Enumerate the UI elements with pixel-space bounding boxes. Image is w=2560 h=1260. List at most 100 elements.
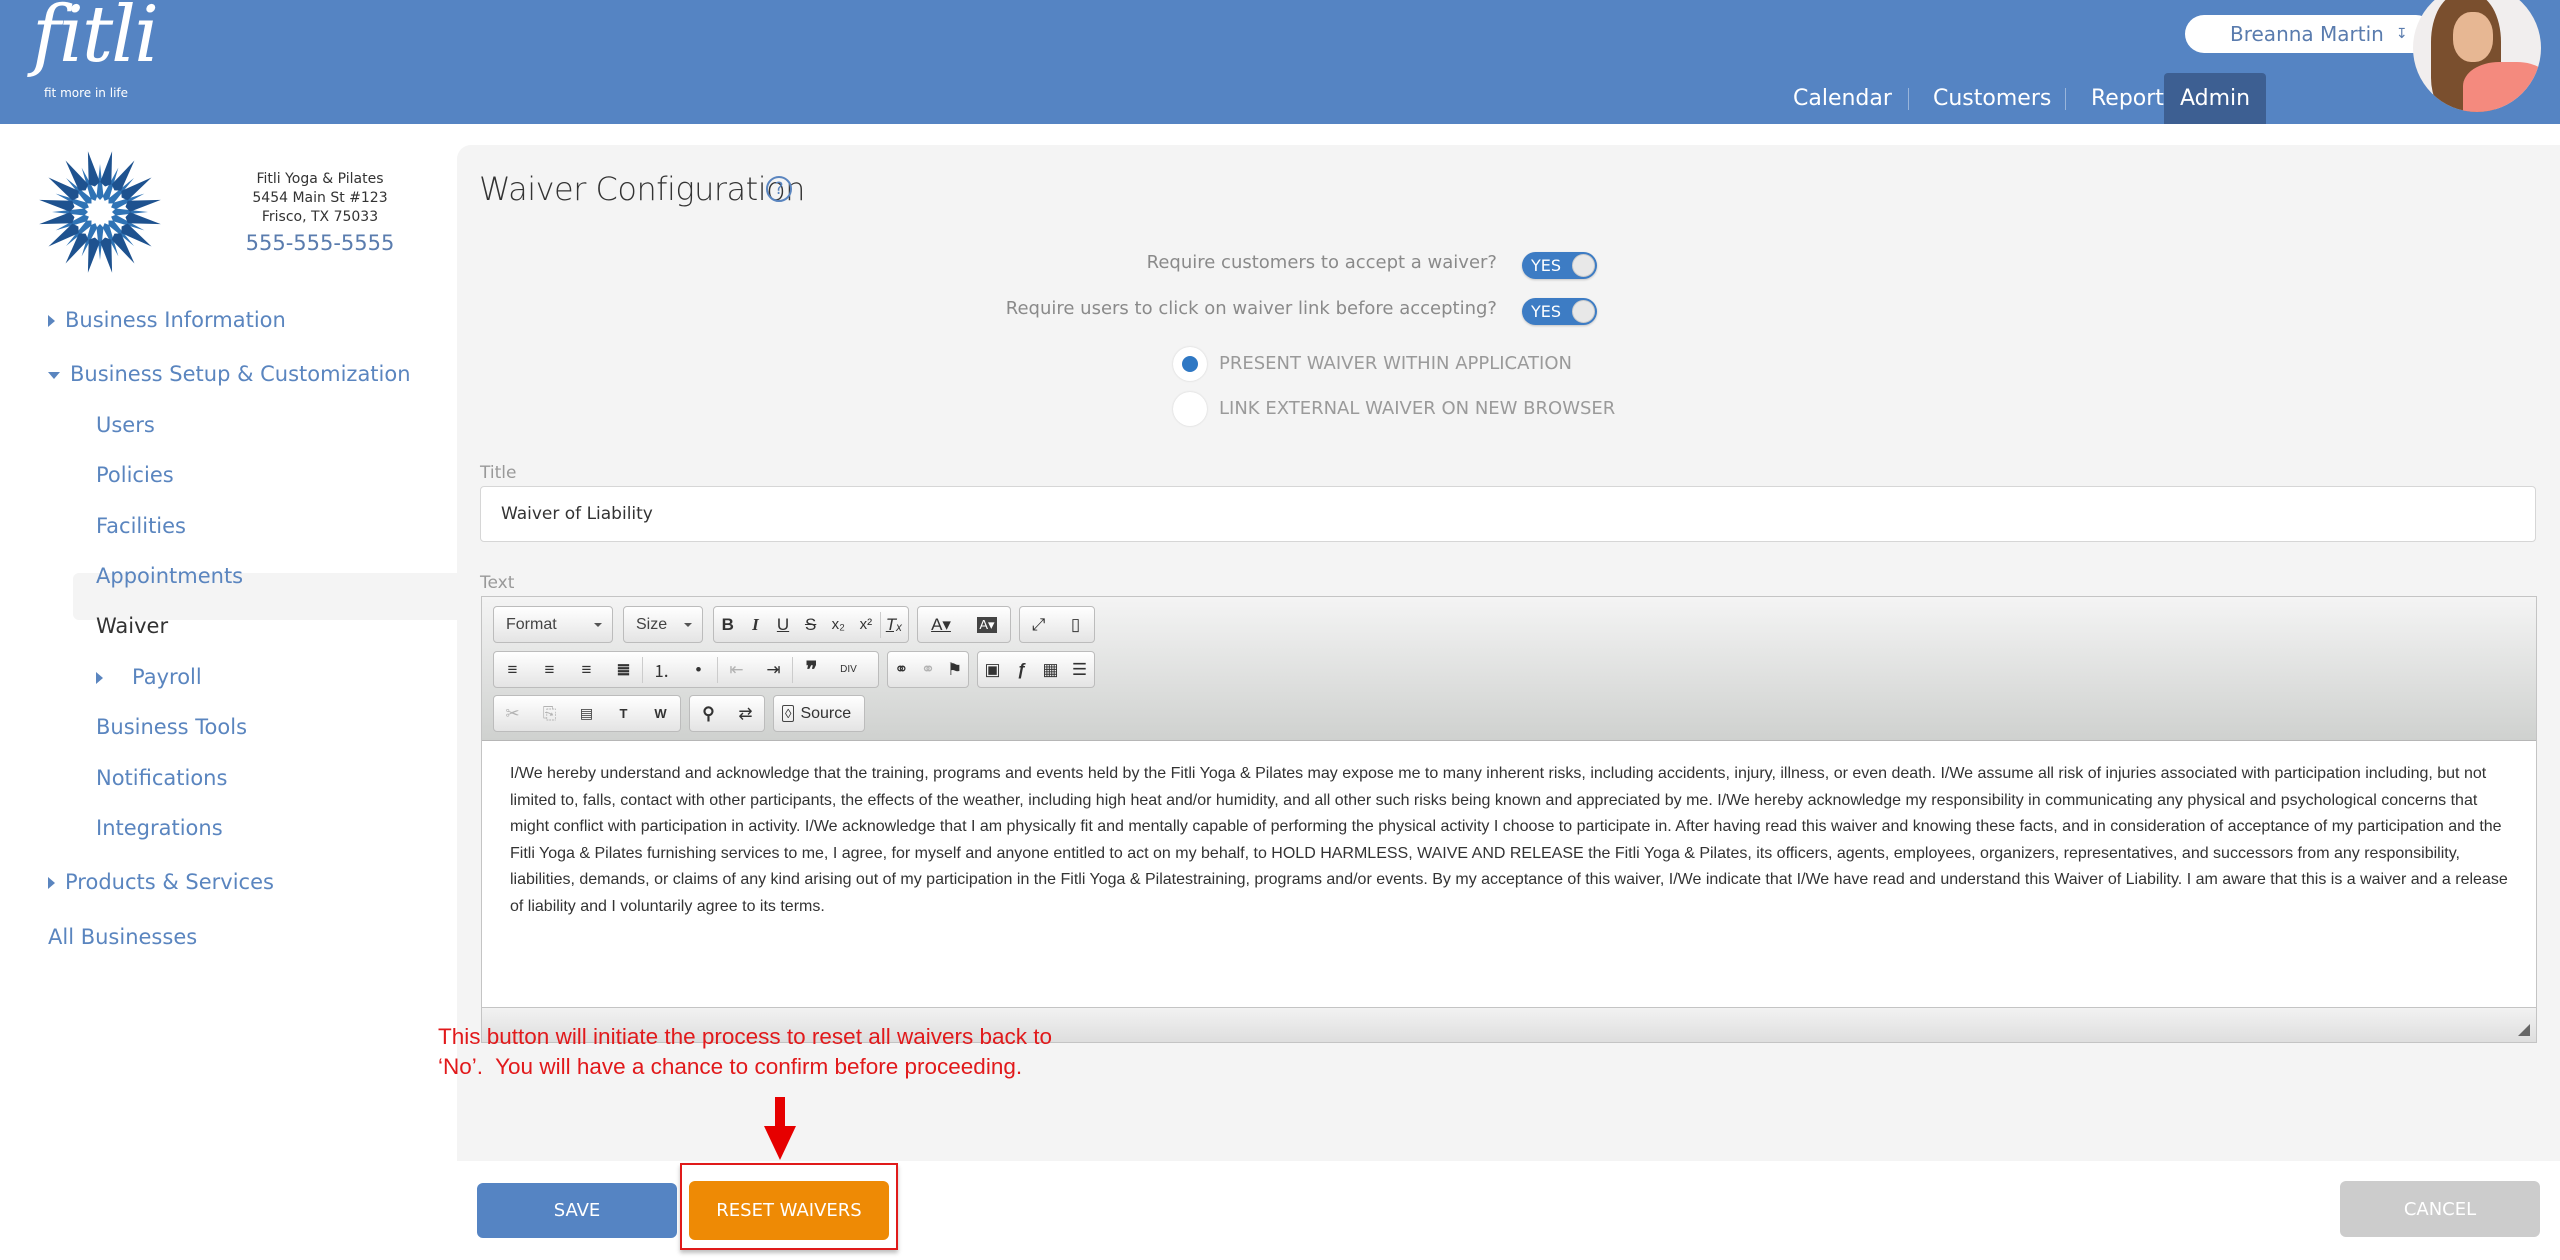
annotation-highlight-box [680, 1163, 898, 1250]
title-input[interactable] [480, 486, 2536, 542]
caret-right-icon [48, 877, 55, 889]
text-field-label: Text [480, 573, 515, 593]
sidebar-item-appointments[interactable]: Appointments [96, 564, 243, 588]
caret-down-icon [48, 371, 60, 379]
sidebar-item-users[interactable]: Users [96, 413, 155, 437]
user-menu[interactable]: Breanna Martin ↧ [2185, 15, 2435, 53]
cancel-button[interactable]: CANCEL [2340, 1181, 2540, 1237]
nav-divider [1908, 88, 1909, 110]
size-dropdown[interactable]: Size [623, 606, 703, 643]
radio-label-present[interactable]: PRESENT WAIVER WITHIN APPLICATION [1219, 353, 1572, 374]
logo-petal [125, 212, 161, 225]
radio-label-external[interactable]: LINK EXTERNAL WAIVER ON NEW BROWSER [1219, 398, 1615, 419]
require-accept-label: Require customers to accept a waiver? [1146, 252, 1497, 273]
subscript-icon[interactable]: x₂ [824, 607, 852, 642]
format-dropdown[interactable]: Format [493, 606, 613, 643]
annotation-arrow-head [764, 1126, 796, 1160]
logo-wordmark: fitli [32, 0, 159, 80]
sidebar-item-policies[interactable]: Policies [96, 463, 174, 487]
business-phone[interactable]: 555-555-5555 [220, 229, 420, 257]
annotation-callout: This button will initiate the process to… [438, 1024, 1053, 1079]
clipboard-group: ✂ ⎘ ▤ T W [493, 695, 681, 732]
remove-format-icon[interactable]: Tₓ [880, 607, 908, 642]
business-address-1: 5454 Main St #123 [252, 190, 388, 206]
image-icon[interactable]: ▣ [978, 652, 1007, 687]
sidebar-item-payroll[interactable]: Payroll [96, 665, 202, 689]
annotation-arrow-icon [775, 1097, 785, 1127]
text-color-icon[interactable]: A▾ [918, 607, 964, 642]
business-logo-icon [39, 151, 161, 273]
underline-icon[interactable]: U [769, 607, 797, 642]
sidebar-item-business-tools[interactable]: Business Tools [96, 715, 247, 739]
help-icon[interactable]: ? [766, 176, 792, 202]
double-chevron-down-icon: ↧ [2395, 26, 2408, 42]
color-group: A▾ A▾ [917, 606, 1011, 643]
bulleted-list-icon[interactable]: • [680, 652, 717, 687]
fitli-logo[interactable]: fitli fit more in life [18, 0, 159, 106]
bold-icon[interactable]: B [714, 607, 742, 642]
link-group: ⚭ ⚭ ⚑ [887, 651, 969, 688]
caret-right-icon [96, 672, 103, 684]
paste-text-icon[interactable]: T [605, 696, 642, 731]
require-accept-toggle[interactable]: YES [1522, 252, 1597, 279]
source-doc-icon: ◊ [782, 705, 795, 722]
radio-present-within-app[interactable] [1173, 347, 1207, 381]
maximize-icon[interactable]: ⤢ [1020, 607, 1057, 642]
require-click-label: Require users to click on waiver link be… [1005, 298, 1497, 319]
link-icon[interactable]: ⚭ [888, 652, 915, 687]
background-color-icon[interactable]: A▾ [964, 607, 1010, 642]
replace-icon[interactable]: ⇄ [727, 696, 764, 731]
copy-icon[interactable]: ⎘ [531, 696, 568, 731]
align-right-icon[interactable]: ≡ [568, 652, 605, 687]
sidebar-item-facilities[interactable]: Facilities [96, 514, 186, 538]
radio-selected-dot [1182, 356, 1198, 372]
div-container-icon[interactable]: DIV [830, 652, 867, 687]
indent-icon[interactable]: ⇥ [755, 652, 792, 687]
justify-icon[interactable]: ≣ [605, 652, 642, 687]
save-button[interactable]: SAVE [477, 1183, 677, 1238]
horizontal-line-icon[interactable]: ☰ [1065, 652, 1094, 687]
nav-reports[interactable]: Reports [2091, 73, 2175, 124]
nav-admin[interactable]: Admin [2164, 73, 2266, 124]
sidebar-item-notifications[interactable]: Notifications [96, 766, 227, 790]
cut-icon[interactable]: ✂ [494, 696, 531, 731]
italic-icon[interactable]: I [742, 607, 770, 642]
editor-body[interactable]: I/We hereby understand and acknowledge t… [482, 741, 2536, 1008]
sidebar-item-products-services[interactable]: Products & Services [48, 870, 274, 894]
avatar[interactable] [2413, 0, 2541, 112]
find-icon[interactable]: ⚲ [690, 696, 727, 731]
radio-link-external[interactable] [1173, 392, 1207, 426]
flash-icon[interactable]: ƒ [1007, 652, 1036, 687]
paste-icon[interactable]: ▤ [568, 696, 605, 731]
blockquote-icon[interactable]: ❞ [793, 652, 830, 687]
nav-calendar[interactable]: Calendar [1793, 73, 1892, 124]
sidebar-item-business-information[interactable]: Business Information [48, 308, 286, 332]
align-center-icon[interactable]: ≡ [531, 652, 568, 687]
logo-petal [39, 199, 75, 212]
sidebar-item-business-setup[interactable]: Business Setup & Customization [48, 362, 411, 386]
page-title: Waiver Configuration [479, 170, 805, 208]
outdent-icon[interactable]: ⇤ [718, 652, 755, 687]
sidebar-item-waiver[interactable]: Waiver [96, 614, 168, 638]
strikethrough-icon[interactable]: S [797, 607, 825, 642]
unlink-icon[interactable]: ⚭ [915, 652, 942, 687]
require-click-toggle[interactable]: YES [1522, 298, 1597, 325]
superscript-icon[interactable]: x² [852, 607, 880, 642]
table-icon[interactable]: ▦ [1036, 652, 1065, 687]
sidebar-item-all-businesses[interactable]: All Businesses [48, 925, 197, 949]
numbered-list-icon[interactable]: ⒈ [643, 652, 680, 687]
sidebar-item-integrations[interactable]: Integrations [96, 816, 223, 840]
business-name: Fitli Yoga & Pilates [256, 171, 384, 187]
show-blocks-icon[interactable]: ▯ [1057, 607, 1094, 642]
business-address-2: Frisco, TX 75033 [261, 209, 379, 225]
rich-text-editor: Format Size B I U S x₂ x² Tₓ A▾ A▾ ⤢ ▯ ≡… [481, 596, 2537, 1043]
logo-petal [100, 237, 113, 273]
anchor-flag-icon[interactable]: ⚑ [941, 652, 968, 687]
caret-right-icon [48, 315, 55, 327]
paste-from-word-icon[interactable]: W [642, 696, 679, 731]
nav-customers[interactable]: Customers [1933, 73, 2051, 124]
resize-handle-icon[interactable] [2518, 1024, 2530, 1036]
tools-group: ⤢ ▯ [1019, 606, 1095, 643]
source-button[interactable]: ◊ Source [773, 695, 865, 732]
align-left-icon[interactable]: ≡ [494, 652, 531, 687]
